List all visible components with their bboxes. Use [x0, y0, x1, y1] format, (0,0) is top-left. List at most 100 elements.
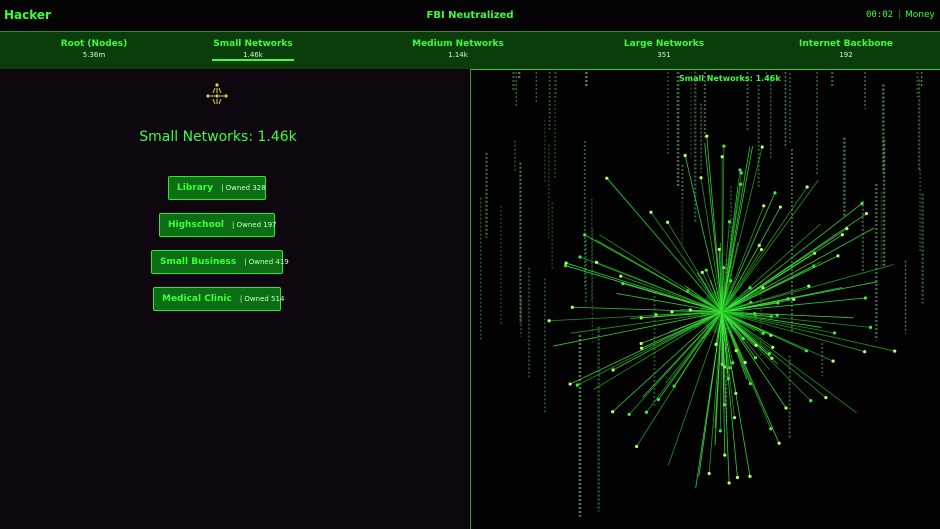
- tab-small-networks[interactable]: Small Networks 1.46k: [159, 32, 347, 69]
- network-node: [619, 274, 623, 278]
- network-node: [833, 331, 837, 335]
- network-node-icon: [206, 83, 228, 105]
- network-node: [759, 247, 764, 252]
- tab-count: 1.46k: [243, 51, 263, 59]
- network-node: [748, 382, 752, 386]
- network-node: [748, 286, 752, 290]
- network-node: [778, 205, 783, 209]
- network-node: [727, 220, 732, 224]
- target-name: Highschool: [168, 220, 225, 230]
- money-label: Money: [905, 10, 935, 20]
- network-node: [748, 474, 752, 478]
- network-node: [735, 475, 740, 480]
- target-medical-clinic-button[interactable]: Medical Clinic | Owned 514: [153, 287, 284, 311]
- network-node: [683, 153, 687, 158]
- tab-label: Medium Networks: [412, 39, 504, 49]
- network-node: [739, 182, 743, 186]
- tab-medium-networks[interactable]: Medium Networks 1.14k: [364, 32, 552, 69]
- tab-count: 1.14k: [448, 51, 468, 59]
- network-node: [773, 191, 777, 195]
- network-node: [732, 416, 737, 420]
- network-node: [714, 342, 718, 346]
- network-node: [863, 350, 867, 354]
- network-node: [845, 227, 849, 231]
- tab-label: Small Networks: [213, 39, 293, 49]
- network-node: [639, 346, 644, 350]
- network-node: [836, 254, 840, 258]
- target-library-button[interactable]: Library | Owned 328: [168, 176, 266, 200]
- network-node: [784, 406, 788, 410]
- network-node: [807, 284, 811, 288]
- network-node: [743, 360, 747, 365]
- network-node: [771, 345, 775, 349]
- network-node: [699, 176, 703, 180]
- network-node: [809, 399, 813, 403]
- separator: |: [898, 9, 902, 20]
- tab-large-networks[interactable]: Large Networks 351: [570, 32, 758, 69]
- network-node: [769, 314, 773, 319]
- network-node: [734, 349, 738, 353]
- owned-count: | Owned 514: [239, 295, 285, 303]
- network-node: [594, 260, 599, 264]
- network-node: [583, 233, 587, 237]
- network-node: [757, 243, 761, 248]
- network-node: [670, 310, 674, 314]
- network-node: [722, 266, 726, 270]
- network-node: [738, 168, 742, 172]
- network-node: [644, 410, 649, 414]
- status-text: FBI Neutralized: [426, 10, 514, 21]
- tab-count: 351: [657, 51, 671, 59]
- network-node: [570, 305, 574, 309]
- target-highschool-button[interactable]: Highschool | Owned 197: [159, 213, 277, 237]
- network-node: [568, 382, 572, 386]
- network-node: [723, 453, 727, 457]
- network-node: [731, 361, 735, 365]
- owned-count: | Owned 328: [221, 184, 266, 192]
- network-node: [665, 220, 670, 224]
- tab-label: Internet Backbone: [799, 39, 893, 49]
- network-node: [639, 341, 643, 346]
- timer: 00:02: [866, 10, 894, 20]
- network-node: [775, 313, 779, 317]
- network-node: [722, 144, 726, 148]
- tab-count: 192: [839, 51, 853, 59]
- tab-label: Large Networks: [623, 39, 705, 49]
- network-node: [611, 410, 615, 414]
- network-node: [831, 359, 835, 363]
- network-node: [611, 368, 615, 372]
- network-node: [575, 383, 579, 387]
- network-node: [777, 441, 781, 445]
- network-node: [705, 134, 709, 138]
- network-node: [739, 171, 743, 175]
- network-node: [760, 145, 764, 149]
- network-tabs: Root (Nodes) 5.36m Small Networks 1.46k …: [0, 31, 940, 70]
- visualization-label: Small Networks: 1.46k: [679, 74, 781, 83]
- network-node: [547, 319, 551, 323]
- network-node: [769, 427, 773, 431]
- network-node: [718, 429, 722, 433]
- target-name: Medical Clinic: [162, 294, 232, 304]
- owned-count: | Owned 419: [244, 258, 289, 266]
- network-node: [864, 211, 869, 216]
- network-node: [805, 185, 809, 189]
- network-node: [634, 444, 639, 449]
- network-node: [761, 331, 765, 335]
- network-node: [627, 412, 631, 416]
- network-node: [824, 396, 828, 400]
- panel-title: Small Networks: 1.46k: [139, 129, 297, 145]
- tab-internet-backbone[interactable]: Internet Backbone 192: [752, 32, 940, 69]
- network-node: [840, 233, 844, 237]
- network-node: [753, 356, 758, 360]
- network-node: [700, 270, 704, 274]
- network-node: [727, 481, 731, 485]
- target-small-business-button[interactable]: Small Business | Owned 419: [151, 250, 289, 274]
- network-node: [563, 264, 568, 268]
- network-node: [654, 313, 658, 317]
- network-node: [704, 268, 708, 272]
- network-node: [578, 255, 582, 259]
- network-node: [762, 204, 766, 208]
- network-node: [863, 296, 867, 300]
- network-node: [868, 325, 873, 329]
- panel-divider: [470, 69, 471, 529]
- target-name: Small Business: [160, 257, 237, 267]
